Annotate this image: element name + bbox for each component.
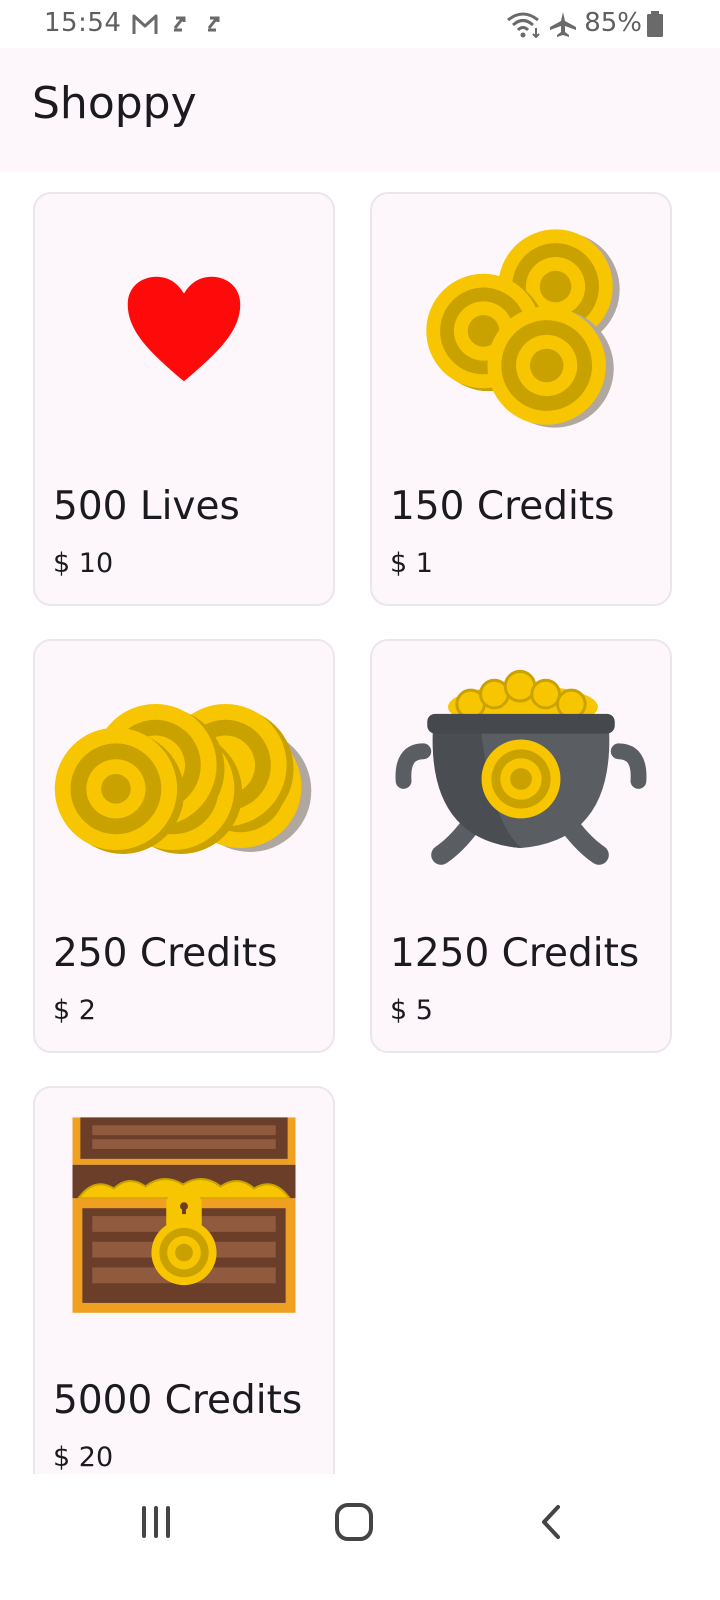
- product-price: $ 2: [53, 995, 96, 1026]
- product-grid: 500 Lives $ 10 150 Credits $ 1 250 Credi…: [0, 172, 720, 1474]
- sync-icon: [207, 16, 220, 32]
- status-bar: 15:54 85%: [0, 0, 720, 48]
- product-title: 1250 Credits: [390, 931, 640, 976]
- battery-icon: [647, 11, 663, 37]
- product-card-150-credits[interactable]: 150 Credits $ 1: [370, 192, 672, 606]
- treasure-chest-icon: [72, 1117, 296, 1313]
- product-card-250-credits[interactable]: 250 Credits $ 2: [33, 639, 335, 1053]
- battery-percentage: 85%: [584, 8, 642, 38]
- recent-apps-icon[interactable]: [136, 1504, 176, 1540]
- status-notification-icons: [132, 14, 220, 34]
- product-title: 5000 Credits: [53, 1378, 303, 1423]
- status-time: 15:54: [44, 8, 122, 38]
- product-price: $ 1: [390, 548, 433, 579]
- product-card-500-lives[interactable]: 500 Lives $ 10: [33, 192, 335, 606]
- product-card-1250-credits[interactable]: 1250 Credits $ 5: [370, 639, 672, 1053]
- home-icon[interactable]: [334, 1502, 374, 1542]
- navigation-bar: [0, 1474, 720, 1600]
- heart-icon: [127, 276, 241, 382]
- product-title: 500 Lives: [53, 484, 240, 529]
- product-card-5000-credits[interactable]: 5000 Credits $ 20: [33, 1086, 335, 1474]
- gmail-icon: [132, 14, 158, 34]
- product-title: 250 Credits: [53, 931, 278, 976]
- coin-stack-small-icon: [426, 229, 620, 428]
- app-bar: Shoppy: [0, 48, 720, 172]
- coin-pot-icon: [395, 669, 647, 865]
- product-price: $ 10: [53, 548, 114, 579]
- back-icon[interactable]: [536, 1504, 566, 1540]
- sync-icon: [173, 16, 186, 32]
- airplane-mode-icon: [550, 12, 576, 37]
- wifi-icon: [507, 12, 540, 38]
- product-price: $ 20: [53, 1442, 114, 1473]
- coin-stack-large-icon: [54, 703, 312, 854]
- product-title: 150 Credits: [390, 484, 615, 529]
- product-price: $ 5: [390, 995, 433, 1026]
- page-title: Shoppy: [32, 78, 197, 129]
